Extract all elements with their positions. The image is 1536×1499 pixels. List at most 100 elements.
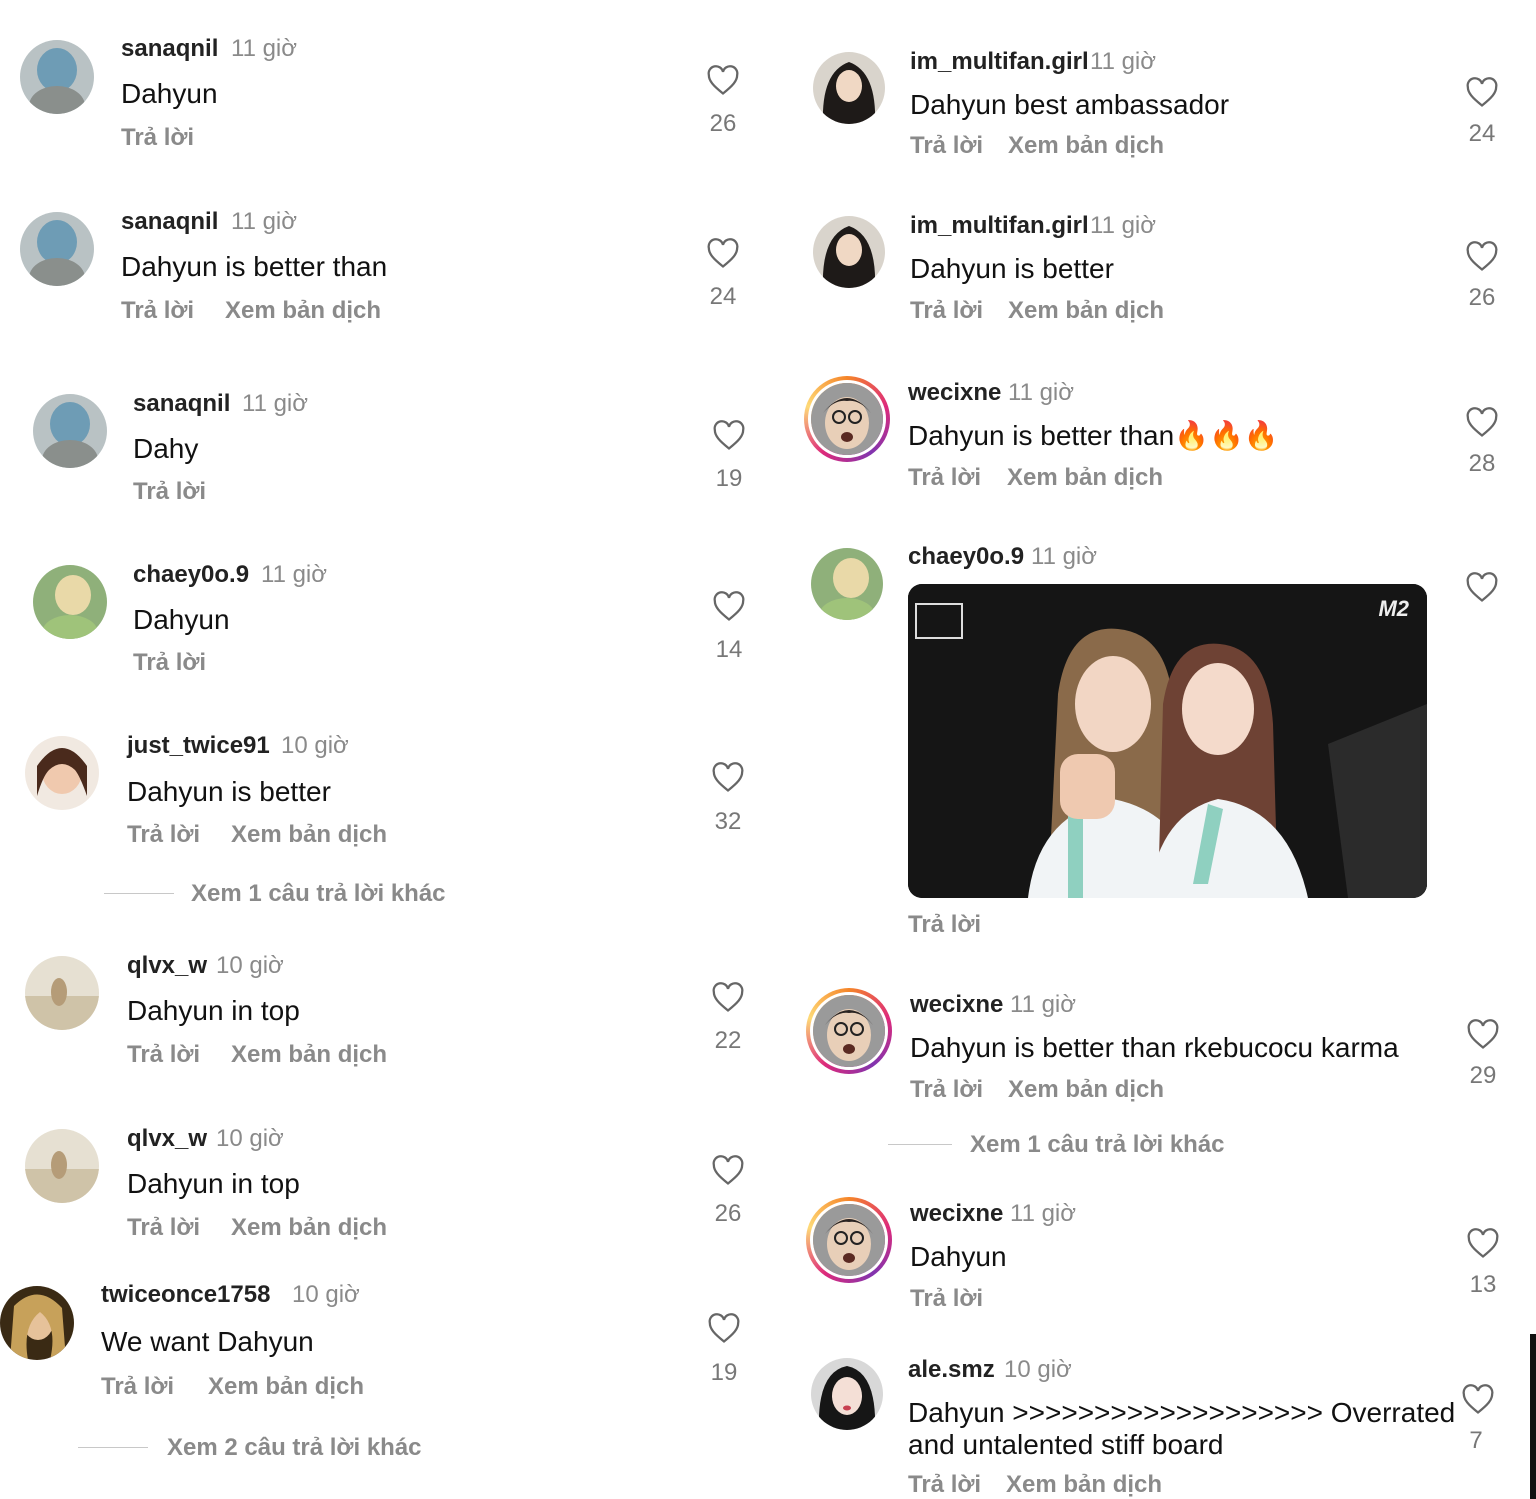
- heart-icon[interactable]: [711, 981, 745, 1013]
- reply-button[interactable]: Trả lời: [908, 464, 981, 492]
- comment-text-body: Dahyun is better than: [908, 420, 1175, 451]
- see-translation-button[interactable]: Xem bản dịch: [208, 1373, 364, 1401]
- avatar[interactable]: [20, 40, 94, 114]
- avatar[interactable]: [0, 1286, 74, 1360]
- heart-icon[interactable]: [707, 1312, 741, 1344]
- comment-text: Dahyun is better than: [121, 251, 388, 282]
- heart-icon[interactable]: [1465, 240, 1499, 272]
- avatar[interactable]: [33, 394, 107, 468]
- username[interactable]: just_twice91: [127, 732, 270, 760]
- heart-icon[interactable]: [706, 64, 740, 96]
- heart-icon[interactable]: [712, 590, 746, 622]
- avatar[interactable]: [804, 376, 890, 462]
- avatar-image: [33, 565, 107, 639]
- avatar[interactable]: [25, 956, 99, 1030]
- gif-attachment[interactable]: M2: [908, 584, 1427, 898]
- username[interactable]: wecixne: [910, 991, 1003, 1019]
- like-count: 26: [714, 1200, 742, 1227]
- comment-text: Dahyun in top: [127, 1168, 300, 1199]
- username[interactable]: sanaqnil: [121, 35, 218, 63]
- see-translation-button[interactable]: Xem bản dịch: [1008, 132, 1164, 160]
- avatar[interactable]: [811, 1358, 883, 1430]
- reply-button[interactable]: Trả lời: [910, 1076, 983, 1104]
- reply-button[interactable]: Trả lời: [127, 1041, 200, 1069]
- like-count: 19: [715, 465, 743, 492]
- heart-icon[interactable]: [1465, 76, 1499, 108]
- reply-button[interactable]: Trả lời: [908, 1471, 981, 1499]
- username[interactable]: sanaqnil: [133, 390, 230, 418]
- reply-button[interactable]: Trả lời: [133, 649, 206, 677]
- avatar-image: [811, 548, 883, 620]
- reply-button[interactable]: Trả lời: [101, 1373, 174, 1401]
- timestamp: 11 giờ: [1008, 379, 1074, 406]
- timestamp: 10 giờ: [281, 732, 349, 759]
- view-more-replies-button[interactable]: Xem 2 câu trả lời khác: [167, 1434, 422, 1462]
- see-translation-button[interactable]: Xem bản dịch: [1007, 464, 1163, 492]
- avatar[interactable]: [806, 988, 892, 1074]
- fire-emoji: 🔥🔥🔥: [1174, 419, 1279, 452]
- avatar[interactable]: [20, 212, 94, 286]
- heart-icon[interactable]: [711, 1154, 745, 1186]
- view-more-replies-button[interactable]: Xem 1 câu trả lời khác: [191, 880, 446, 908]
- comment-text: Dahy: [133, 433, 199, 464]
- see-translation-button[interactable]: Xem bản dịch: [231, 821, 387, 849]
- reply-button[interactable]: Trả lời: [127, 1214, 200, 1242]
- timestamp: 10 giờ: [216, 1125, 284, 1152]
- like-count: 24: [709, 283, 737, 310]
- heart-icon[interactable]: [1466, 1018, 1500, 1050]
- comment-text: Dahyun is better: [910, 253, 1114, 284]
- like-count: 13: [1469, 1271, 1497, 1298]
- reply-button[interactable]: Trả lời: [133, 478, 206, 506]
- username[interactable]: wecixne: [908, 379, 1001, 407]
- heart-icon[interactable]: [711, 761, 745, 793]
- username[interactable]: chaey0o.9: [133, 561, 249, 589]
- avatar-image: [0, 1286, 74, 1360]
- view-more-replies-button[interactable]: Xem 1 câu trả lời khác: [970, 1131, 1225, 1159]
- see-translation-button[interactable]: Xem bản dịch: [1008, 1076, 1164, 1104]
- comment-text: Dahyun >>>>>>>>>>>>>>>>>>> Overrated: [908, 1397, 1456, 1428]
- heart-icon[interactable]: [1465, 406, 1499, 438]
- like-count: 19: [710, 1359, 738, 1386]
- avatar[interactable]: [806, 1197, 892, 1283]
- heart-icon[interactable]: [1466, 1227, 1500, 1259]
- username[interactable]: im_multifan.girl: [910, 212, 1089, 240]
- reply-button[interactable]: Trả lời: [121, 297, 194, 325]
- heart-icon[interactable]: [1465, 571, 1499, 603]
- reply-button[interactable]: Trả lời: [910, 132, 983, 160]
- reply-button[interactable]: Trả lời: [121, 124, 194, 152]
- avatar[interactable]: [813, 52, 885, 124]
- timestamp: 11 giờ: [231, 35, 297, 62]
- see-translation-button[interactable]: Xem bản dịch: [1008, 297, 1164, 325]
- see-translation-button[interactable]: Xem bản dịch: [1006, 1471, 1162, 1499]
- heart-icon[interactable]: [1461, 1383, 1495, 1415]
- comment-text: We want Dahyun: [101, 1326, 314, 1357]
- avatar-image: [813, 216, 885, 288]
- avatar[interactable]: [811, 548, 883, 620]
- username[interactable]: ale.smz: [908, 1356, 995, 1384]
- like-count: 22: [714, 1027, 742, 1054]
- username[interactable]: qlvx_w: [127, 952, 207, 980]
- avatar[interactable]: [25, 736, 99, 810]
- username[interactable]: qlvx_w: [127, 1125, 207, 1153]
- timestamp: 11 giờ: [1090, 48, 1156, 75]
- username[interactable]: wecixne: [910, 1200, 1003, 1228]
- reply-button[interactable]: Trả lời: [910, 297, 983, 325]
- reply-button[interactable]: Trả lời: [910, 1285, 983, 1313]
- username[interactable]: sanaqnil: [121, 208, 218, 236]
- comment-text: Dahyun: [121, 78, 218, 109]
- see-translation-button[interactable]: Xem bản dịch: [231, 1041, 387, 1069]
- avatar[interactable]: [33, 565, 107, 639]
- avatar-image: [20, 40, 94, 114]
- reply-button[interactable]: Trả lời: [127, 821, 200, 849]
- username[interactable]: chaey0o.9: [908, 543, 1024, 571]
- see-translation-button[interactable]: Xem bản dịch: [225, 297, 381, 325]
- username[interactable]: im_multifan.girl: [910, 48, 1089, 76]
- reply-button[interactable]: Trả lời: [908, 911, 981, 939]
- heart-icon[interactable]: [706, 237, 740, 269]
- comment-text: Dahyun best ambassador: [910, 89, 1230, 120]
- avatar[interactable]: [25, 1129, 99, 1203]
- heart-icon[interactable]: [712, 419, 746, 451]
- avatar[interactable]: [813, 216, 885, 288]
- username[interactable]: twiceonce1758: [101, 1281, 270, 1309]
- see-translation-button[interactable]: Xem bản dịch: [231, 1214, 387, 1242]
